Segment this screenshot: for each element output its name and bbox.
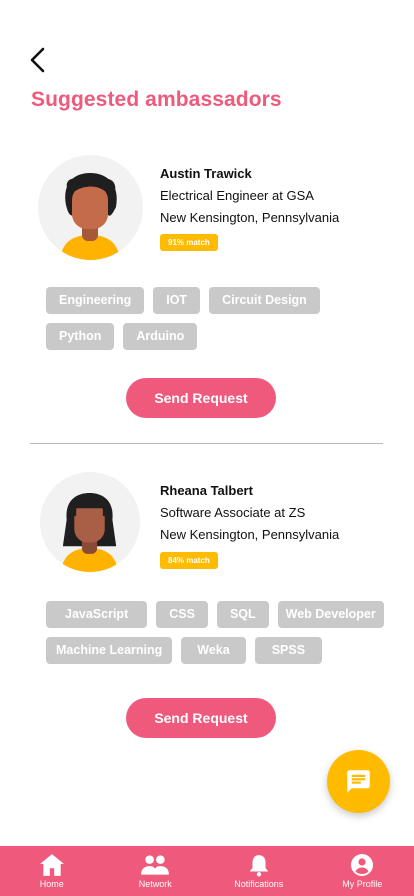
nav-label: Network (138, 879, 172, 889)
skill-tag[interactable]: Web Developer (277, 601, 384, 628)
avatar (40, 472, 140, 572)
skill-tag[interactable]: IOT (153, 287, 201, 314)
home-icon (39, 854, 64, 876)
ambassador-job: Electrical Engineer at GSA (160, 188, 314, 203)
skill-tag[interactable]: SQL (216, 601, 269, 628)
bell-icon (250, 855, 268, 877)
nav-network[interactable]: Network (104, 846, 208, 896)
skill-tag[interactable]: SPSS (254, 637, 323, 664)
divider (30, 443, 383, 444)
skill-tag[interactable]: Arduino (123, 323, 198, 350)
nav-home[interactable]: Home (0, 846, 104, 896)
avatar (38, 155, 143, 260)
account-circle-icon (351, 854, 374, 876)
match-badge: 91% match (160, 234, 218, 251)
nav-notifications[interactable]: Notifications (207, 846, 311, 896)
chat-icon (347, 770, 370, 793)
skill-tags: Engineering IOT Circuit Design Python Ar… (46, 287, 391, 350)
ambassador-name: Austin Trawick (160, 166, 252, 181)
people-icon (141, 855, 170, 875)
skill-tag[interactable]: Weka (181, 637, 246, 664)
nav-label: Home (39, 879, 64, 889)
chevron-left-icon (30, 47, 45, 73)
send-request-button[interactable]: Send Request (126, 378, 276, 418)
match-badge: 84% match (160, 552, 218, 569)
nav-label: My Profile (342, 879, 383, 889)
skill-tag[interactable]: Circuit Design (209, 287, 320, 314)
back-button[interactable] (26, 46, 52, 74)
skill-tag[interactable]: Engineering (46, 287, 145, 314)
bottom-nav: Home Network Notifications My Profile (0, 846, 414, 896)
send-request-button[interactable]: Send Request (126, 698, 276, 738)
skill-tag[interactable]: Python (46, 323, 115, 350)
skill-tag[interactable]: CSS (156, 601, 208, 628)
chat-button[interactable] (327, 750, 390, 813)
ambassador-location: New Kensington, Pennsylvania (160, 527, 340, 542)
skill-tag[interactable]: JavaScript (46, 601, 148, 628)
nav-label: Notifications (234, 879, 284, 889)
ambassador-name: Rheana Talbert (160, 483, 253, 498)
ambassador-location: New Kensington, Pennsylvania (160, 210, 340, 225)
page-title: Suggested ambassadors (31, 88, 282, 111)
nav-my-profile[interactable]: My Profile (311, 846, 414, 896)
ambassador-job: Software Associate at ZS (160, 505, 306, 520)
skill-tags: JavaScript CSS SQL Web Developer Machine… (46, 601, 391, 664)
skill-tag[interactable]: Machine Learning (46, 637, 173, 664)
